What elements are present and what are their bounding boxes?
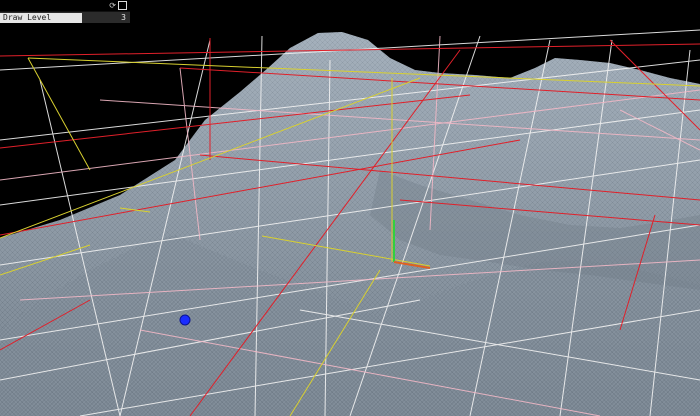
refresh-icon[interactable]: ⟳ bbox=[109, 1, 116, 11]
draw-level-value: 3 bbox=[121, 12, 126, 22]
draw-level-slider[interactable]: Draw Level 3 bbox=[0, 11, 130, 23]
gui-panel: ⟳ s Draw Level 3 bbox=[0, 0, 130, 23]
gui-titlebar: ⟳ s bbox=[0, 0, 130, 11]
point-marker[interactable] bbox=[179, 314, 191, 326]
draw-level-label: Draw Level bbox=[0, 12, 82, 23]
save-icon[interactable]: s bbox=[118, 1, 127, 10]
3d-viewport[interactable] bbox=[0, 0, 700, 416]
terrain-mesh bbox=[0, 32, 700, 416]
